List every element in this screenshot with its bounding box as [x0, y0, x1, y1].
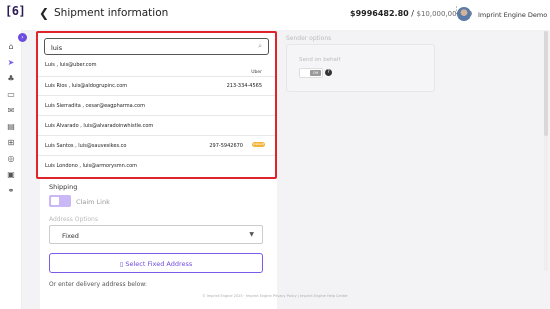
home-icon[interactable]: ⌂: [6, 42, 16, 52]
address-options-value: Fixed: [62, 232, 79, 240]
avatar[interactable]: [457, 7, 471, 21]
send-icon[interactable]: ➤: [6, 58, 16, 68]
footer: © Imprint Engine 2025 · Imprint Engine P…: [0, 294, 550, 298]
send-on-behalf-toggle[interactable]: Off: [299, 68, 323, 78]
claim-link-toggle[interactable]: [49, 195, 71, 207]
result-phone: 213-334-4565: [226, 83, 262, 89]
search-box[interactable]: ⌕: [44, 38, 269, 55]
result-name: Luis Santos , luis@sauvesikes.co: [45, 143, 127, 149]
scrollbar-thumb[interactable]: [544, 31, 548, 136]
chevron-right-icon[interactable]: ›: [18, 33, 27, 42]
send-on-behalf-label: Send on behalf: [299, 57, 341, 63]
recipient-search-dropdown: ⌕ Luis , luis@uber.com Uber Luis Rios , …: [36, 31, 277, 179]
toggle-knob: Off: [310, 70, 321, 76]
gift-icon[interactable]: ✉: [6, 106, 16, 116]
truck-icon[interactable]: ▭: [6, 90, 16, 100]
list-item[interactable]: Luis Alvarado , luis@alvaradoinwhistle.c…: [38, 117, 275, 136]
help-center-link[interactable]: Imprint Engine Help Center: [300, 294, 348, 298]
search-icon: ⌕: [258, 42, 262, 50]
result-name: Luis Sierradita , cesar@eagpharma.com: [45, 103, 145, 109]
result-name: Luis Londono , luis@armorysmn.com: [45, 163, 138, 169]
toggle-knob: [51, 197, 59, 205]
address-options-label: Address Options: [49, 216, 98, 223]
shipping-label: Shipping: [49, 183, 78, 191]
page-title: Shipment information: [54, 7, 169, 19]
select-fixed-address-button[interactable]: ▯ Select Fixed Address: [49, 253, 263, 273]
result-name: Luis Alvarado , luis@alvaradoinwhistle.c…: [45, 123, 154, 129]
search-input[interactable]: [51, 43, 241, 52]
enter-delivery-label: Or enter delivery address below:: [49, 281, 147, 288]
list-divider: [38, 57, 275, 77]
image-icon[interactable]: ▣: [6, 170, 16, 180]
result-name: Luis Rios , luis@aldogrupinc.com: [45, 83, 128, 89]
group-icon[interactable]: ♣: [6, 74, 16, 84]
select-fixed-address-label: Select Fixed Address: [125, 260, 193, 268]
status-badge: Default: [252, 142, 265, 147]
app-logo[interactable]: [6]: [5, 4, 26, 18]
help-icon[interactable]: ?: [325, 69, 332, 76]
globe-icon[interactable]: ◎: [6, 154, 16, 164]
chevron-left-icon[interactable]: ❮: [39, 7, 49, 19]
privacy-policy-link[interactable]: Imprint Engine Privacy Policy: [246, 294, 297, 298]
chevron-down-icon: ▼: [249, 231, 254, 238]
list-item[interactable]: Luis Santos , luis@sauvesikes.co 297-594…: [38, 137, 275, 156]
user-name[interactable]: Imprint Engine Demo: [478, 11, 547, 19]
sender-options-label: Sender options: [286, 35, 332, 42]
list-item[interactable]: Luis Londono , luis@armorysmn.com: [38, 157, 275, 176]
sidebar: ⌂ ➤ ♣ ▭ ✉ ▤ ⊞ ◎ ▣ ⚭: [0, 30, 22, 309]
top-bar: [6] ❮ Shipment information $9996482.80 /…: [0, 0, 550, 30]
balance-current: $9996482.80: [350, 9, 409, 18]
result-phone: 297-5942670: [209, 143, 243, 149]
list-item[interactable]: Luis Rios , luis@aldogrupinc.com 213-334…: [38, 77, 275, 96]
list-item[interactable]: Luis Sierradita , cesar@eagpharma.com: [38, 97, 275, 116]
sender-options-card: Send on behalf Off ?: [286, 44, 435, 92]
inventory-icon[interactable]: ▤: [6, 122, 16, 132]
grid-icon[interactable]: ⊞: [6, 138, 16, 148]
footer-copyright: © Imprint Engine 2025 ·: [202, 294, 246, 298]
link-icon[interactable]: ⚭: [6, 186, 16, 196]
address-options-select[interactable]: Fixed ▼: [49, 225, 263, 244]
claim-link-label: Claim Link: [76, 198, 110, 206]
document-icon: ▯: [119, 260, 124, 268]
